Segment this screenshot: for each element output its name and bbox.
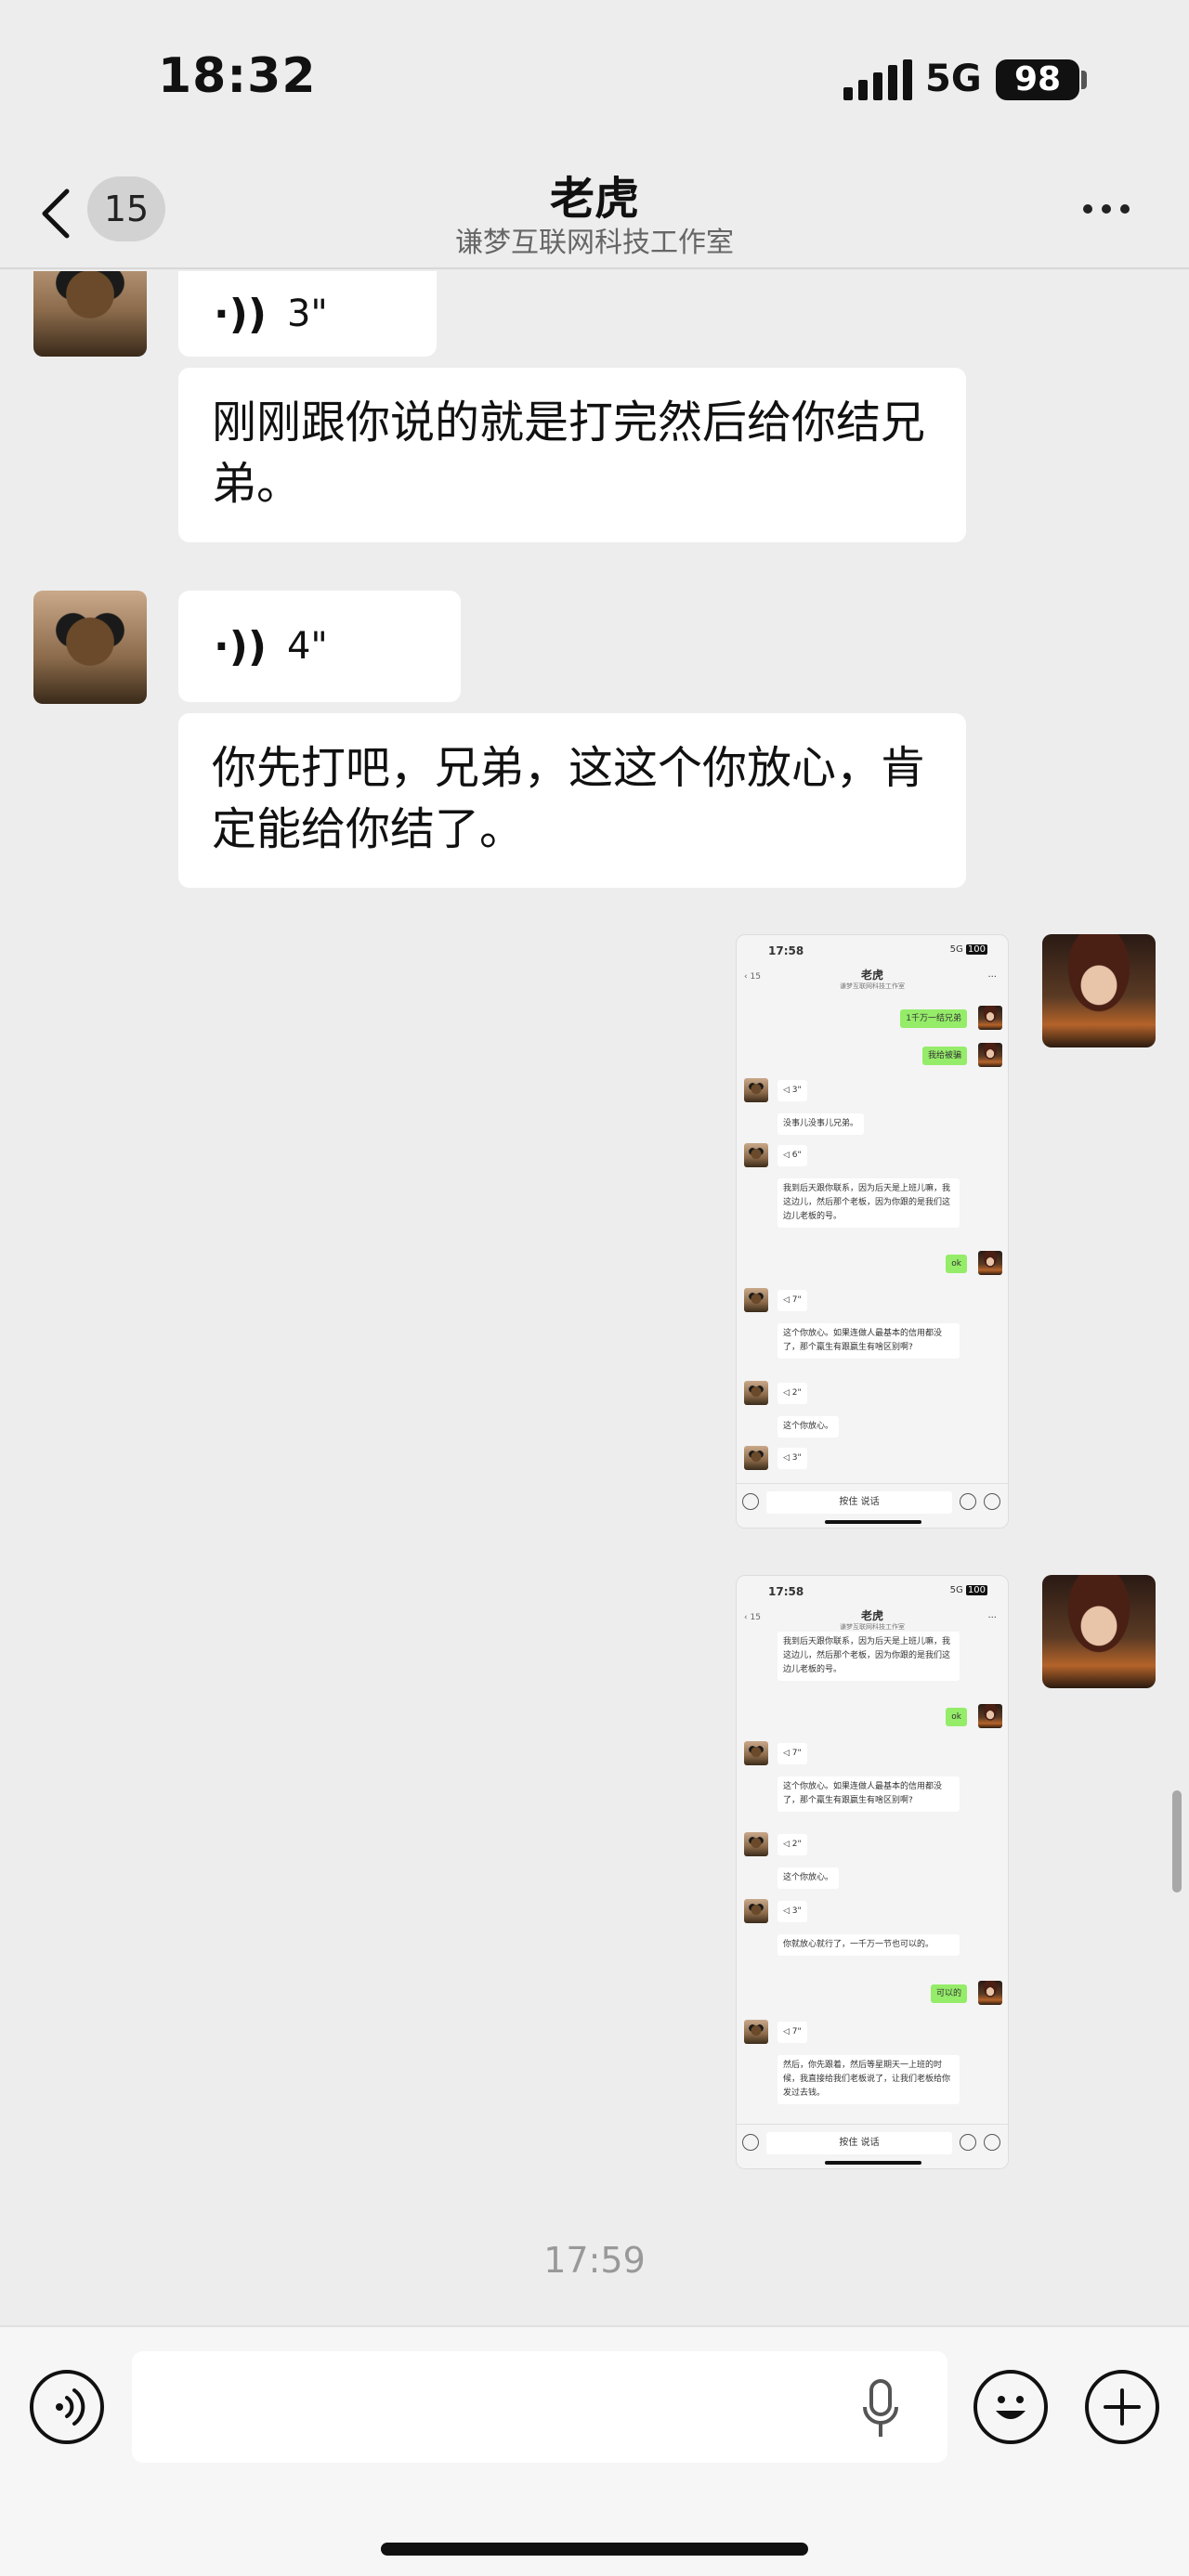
voice-input-button[interactable] [30,2370,104,2444]
battery-icon: 98 [996,59,1079,100]
contact-avatar[interactable] [33,591,147,704]
shot-input-bar: 按住 说话 [737,2124,1008,2168]
shot-avatar [744,1381,768,1405]
shot-msg: 我给被骗 [921,1047,967,1065]
shot-msg: 我到后天跟你联系，因为后天是上班儿嘛，我这边儿，然后那个老板，因为你跟的是我们这… [777,1632,960,1681]
plus-button[interactable] [1085,2370,1159,2444]
shot-avatar [744,1832,768,1856]
shot-time: 17:58 [768,944,804,957]
status-time: 18:32 [158,48,317,104]
shot-msg: 然后，你先跟着，然后等星期天一上班的时候，我直接给我们老板说了，让我们老板给你发… [777,2055,960,2104]
shot-avatar [744,2020,768,2044]
message-input[interactable] [132,2351,947,2463]
shot-avatar [744,1288,768,1312]
shot-avatar [744,1143,768,1167]
my-avatar[interactable] [1042,934,1156,1047]
shot-msg: ok [946,1255,967,1273]
shot-msg: 这个你放心。如果连做人最基本的信用都没了，那个羸生有跟嬴生有啥区别啊? [777,1323,960,1359]
shot-avatar [978,1251,1002,1275]
shot-title: 老虎 [860,969,883,982]
chat-title: 老虎 [549,173,639,225]
shot-msg: 你就放心就行了，一千万一节也可以的。 [777,1934,960,1956]
my-avatar[interactable] [1042,1575,1156,1688]
screenshot-image-2[interactable]: 17:58 5G 100 ‹ 15 老虎 谦梦互联网科技工作室 ··· 我到后天… [736,1575,1009,2169]
voice-duration: 4" [286,625,328,668]
voice-wave-icon: ·)) [214,622,267,670]
shot-msg: 可以的 [930,1984,967,2003]
shot-msg: 没事儿没事儿兄弟。 [777,1113,865,1135]
shot-status: 5G 100 [949,1585,987,1595]
voice-wave-icon: ·)) [214,290,267,338]
shot-msg: ◁ 3" [777,1448,807,1469]
shot-more-icon: ··· [987,1613,997,1623]
shot-msg: ◁ 2" [777,1383,807,1404]
smile-icon [996,2396,1026,2419]
shot-msg: ◁ 2" [777,1834,807,1855]
input-bar [0,2325,1189,2576]
shot-msg: ◁ 3" [777,1901,807,1922]
screenshot-image-1[interactable]: 17:58 5G 100 ‹ 15 老虎 谦梦互联网科技工作室 ··· 1千万一… [736,934,1009,1529]
shot-avatar [744,1446,768,1470]
plus-icon [1104,2388,1141,2426]
chat-subtitle: 谦梦互联网科技工作室 [455,227,734,259]
shot-avatar [744,1899,768,1923]
shot-input-bar: 按住 说话 [737,1483,1008,1528]
shot-avatar [978,1981,1002,2005]
shot-avatar [744,1078,768,1102]
shot-msg: 这个你放心。 [777,1867,840,1889]
shot-more-icon: ··· [987,972,997,982]
shot-msg: ◁ 3" [777,1080,807,1101]
shot-avatar [744,1741,768,1765]
signal-icon [843,59,912,100]
shot-avatar [978,1043,1002,1067]
shot-avatar [978,1006,1002,1030]
shot-msg: 1千万一结兄弟 [900,1009,967,1028]
home-indicator [381,2543,808,2556]
shot-subtitle: 谦梦互联网科技工作室 [840,1623,905,1631]
shot-msg: ◁ 7" [777,2022,807,2043]
mic-icon[interactable] [862,2379,899,2440]
shot-msg: ok [946,1708,967,1726]
shot-subtitle: 谦梦互联网科技工作室 [840,982,905,990]
scrollbar-thumb[interactable] [1172,1790,1182,1893]
voice-wave-icon [56,2388,85,2426]
emoji-button[interactable] [973,2370,1048,2444]
text-message[interactable]: 刚刚跟你说的就是打完然后给你结兄弟。 [178,368,966,542]
text-message[interactable]: 你先打吧，兄弟，这这个你放心，肯定能给你结了。 [178,713,966,888]
shot-msg: 我到后天跟你联系，因为后天是上班儿嘛，我这边儿，然后那个老板，因为你跟的是我们这… [777,1178,960,1228]
voice-duration: 3" [286,293,328,335]
battery-tip [1081,71,1087,89]
message-timestamp: 17:59 [543,2240,646,2281]
more-icon[interactable] [1083,204,1130,214]
shot-msg: ◁ 6" [777,1145,807,1166]
shot-title: 老虎 [860,1609,883,1622]
shot-msg: ◁ 7" [777,1743,807,1764]
shot-msg: ◁ 7" [777,1290,807,1311]
shot-avatar [978,1704,1002,1728]
shot-msg: 这个你放心。 [777,1416,840,1438]
shot-status: 5G 100 [949,944,987,955]
shot-time: 17:58 [768,1585,804,1598]
voice-message[interactable]: ·)) 4" [178,591,461,702]
network-label: 5G [925,58,982,100]
shot-msg: 这个你放心。如果连做人最基本的信用都没了，那个羸生有跟嬴生有啥区别啊? [777,1776,960,1812]
voice-message[interactable]: ·)) 3" [178,271,437,357]
nav-bar: 15 老虎 谦梦互联网科技工作室 [0,149,1189,269]
